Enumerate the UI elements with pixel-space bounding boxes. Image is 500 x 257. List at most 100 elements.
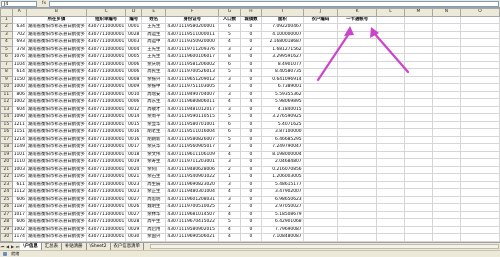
cell[interactable] <box>302 38 339 47</box>
cell[interactable]: 3 <box>218 90 241 99</box>
cell[interactable]: 4 <box>239 68 263 77</box>
cell[interactable]: 4307711000001 <box>85 113 127 122</box>
cell[interactable]: 0 <box>239 150 263 159</box>
cell[interactable]: 5 <box>218 30 241 39</box>
cell[interactable] <box>302 98 339 107</box>
cell[interactable]: 43071119690506021 <box>165 233 220 242</box>
cell[interactable]: 8.4901077 <box>261 60 304 69</box>
cell[interactable]: 8.198000004 <box>261 150 304 159</box>
cell[interactable]: 湖南省衡阳市祁东县白鹤街乡 <box>25 218 87 227</box>
cell[interactable] <box>376 143 405 152</box>
cell[interactable]: 0004 <box>125 45 143 54</box>
cell[interactable]: 0012 <box>125 105 143 114</box>
cell[interactable] <box>376 113 405 122</box>
cell[interactable] <box>337 120 377 129</box>
row-header[interactable]: 28 <box>0 218 13 227</box>
row-header[interactable]: 30 <box>0 233 13 242</box>
cell[interactable] <box>337 180 377 189</box>
sheet-tab[interactable]: \户信息 <box>20 243 42 250</box>
cell[interactable] <box>376 210 405 219</box>
cell[interactable]: 湖南省衡阳市祁东县白鹤街乡 <box>25 45 87 54</box>
cell[interactable]: 余正生 <box>141 188 167 197</box>
cell[interactable]: 43071119751103005 <box>165 83 220 92</box>
cell[interactable] <box>376 218 405 227</box>
cell[interactable] <box>459 120 500 129</box>
cell[interactable] <box>337 53 377 62</box>
cell[interactable]: 0 <box>239 60 263 69</box>
row-header[interactable]: 24 <box>0 188 13 197</box>
cell[interactable]: 6 <box>218 120 241 129</box>
cell[interactable] <box>337 210 377 219</box>
cell[interactable]: 1002 <box>11 98 27 107</box>
cell[interactable] <box>376 188 405 197</box>
column-header[interactable]: J <box>302 8 339 17</box>
cell[interactable] <box>403 15 433 24</box>
cell[interactable] <box>431 53 461 62</box>
cell[interactable] <box>431 38 461 47</box>
cell[interactable]: 43071119580701001 <box>165 120 220 129</box>
cell[interactable]: 4307711000001 <box>85 233 127 242</box>
cell[interactable]: 43071119580826007 <box>165 135 220 144</box>
fx-icon[interactable]: fx <box>39 1 49 7</box>
cell[interactable] <box>302 128 339 137</box>
cell[interactable] <box>459 210 500 219</box>
cell[interactable] <box>431 45 461 54</box>
cell[interactable] <box>302 120 339 129</box>
cell[interactable] <box>459 45 500 54</box>
cell[interactable]: 693 <box>11 38 27 47</box>
cell[interactable]: 4307711000001 <box>85 120 127 129</box>
cell[interactable] <box>376 233 405 242</box>
sheet-tab[interactable]: 汇总表 <box>41 243 62 250</box>
cell[interactable]: 43071119511016004 <box>165 128 220 137</box>
cell[interactable]: 4307711000001 <box>85 218 127 227</box>
cell[interactable]: 3 <box>218 143 241 152</box>
cell[interactable]: 2 <box>218 165 241 174</box>
cell[interactable]: 614 <box>11 68 27 77</box>
cell[interactable] <box>459 195 500 204</box>
cell[interactable] <box>376 195 405 204</box>
cell[interactable]: 姓名 <box>141 15 167 24</box>
cell[interactable] <box>376 150 405 159</box>
cell[interactable]: 周运生 <box>141 30 167 39</box>
cell[interactable] <box>403 158 433 167</box>
cell[interactable]: 一卡通帐号 <box>337 15 377 24</box>
cell[interactable]: 余显华 <box>141 120 167 129</box>
cell[interactable]: 43071119350920000 <box>165 38 220 47</box>
cell[interactable]: 0028 <box>125 218 143 227</box>
cell[interactable]: 湖南省衡阳市祁东县白鹤街乡 <box>25 135 87 144</box>
cell[interactable]: 611 <box>11 180 27 189</box>
cell[interactable] <box>431 83 461 92</box>
cell[interactable] <box>302 105 339 114</box>
cell[interactable]: 806 <box>11 90 27 99</box>
cell[interactable]: 4307711000001 <box>85 165 127 174</box>
cell[interactable] <box>337 143 377 152</box>
cell[interactable]: 8 <box>218 53 241 62</box>
cell[interactable]: 43071119540901022 <box>165 173 220 182</box>
cell[interactable]: 6 <box>218 60 241 69</box>
cell[interactable]: 周思明 <box>141 195 167 204</box>
cell[interactable]: 5 <box>218 113 241 122</box>
cell[interactable]: 0006 <box>125 68 143 77</box>
cell[interactable]: 湖南省衡阳市祁东县白鹤街乡 <box>25 128 87 137</box>
row-header[interactable]: 7 <box>0 60 13 69</box>
cell[interactable]: 0 <box>239 188 263 197</box>
cell[interactable]: 3 <box>218 83 241 92</box>
cell[interactable]: 43071119680806011 <box>165 98 220 107</box>
horizontal-scrollbar[interactable] <box>149 244 499 249</box>
cell[interactable]: 0 <box>239 105 263 114</box>
cell[interactable] <box>431 165 461 174</box>
cell[interactable] <box>431 90 461 99</box>
cell[interactable]: 3 <box>218 45 241 54</box>
cell[interactable] <box>431 15 461 24</box>
cell[interactable] <box>459 150 500 159</box>
cell[interactable]: 3.299591627 <box>261 53 304 62</box>
cell[interactable]: 43071119580902015 <box>165 225 220 234</box>
cell[interactable] <box>403 150 433 159</box>
cell[interactable] <box>459 188 500 197</box>
cell[interactable]: 王先生 <box>141 53 167 62</box>
cell[interactable]: 0030 <box>125 233 143 242</box>
cell[interactable]: 余庆华 <box>141 143 167 152</box>
cell[interactable]: 3.47902007 <box>261 188 304 197</box>
cell[interactable]: 湖南省衡阳市祁东县白鹤街乡 <box>25 90 87 99</box>
cell[interactable] <box>431 23 461 32</box>
